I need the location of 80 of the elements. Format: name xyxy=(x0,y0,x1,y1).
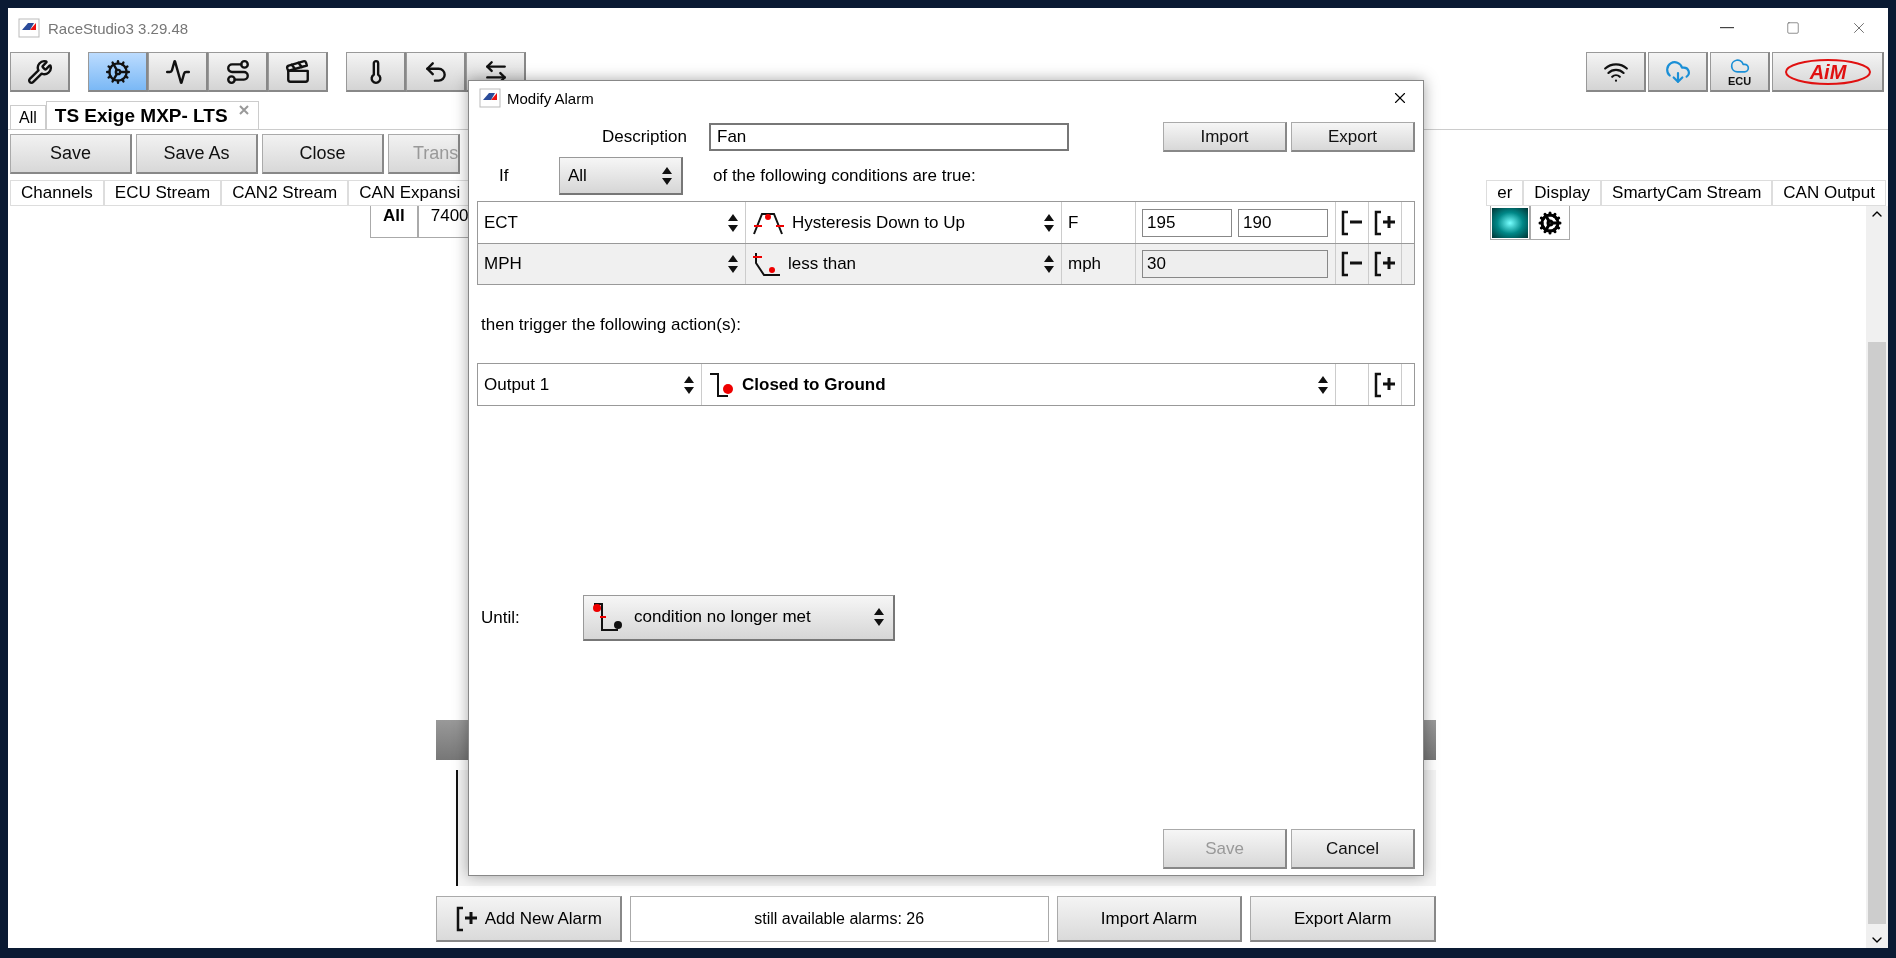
logo: AiM xyxy=(1782,56,1873,87)
toolbar-button[interactable] xyxy=(10,52,70,92)
scrollbar[interactable] xyxy=(1866,206,1888,948)
operator-select[interactable]: less than xyxy=(746,244,1062,284)
channel-tab[interactable]: er xyxy=(1486,180,1524,206)
description-label: Description xyxy=(600,127,687,147)
add-row-icon xyxy=(1373,251,1397,277)
toolbar-button[interactable] xyxy=(406,52,466,92)
add-row-icon xyxy=(1373,371,1397,398)
remove-row-icon xyxy=(1340,251,1364,277)
maximize-icon xyxy=(1786,21,1800,35)
spinner-arrows-icon xyxy=(727,254,739,274)
cloud-download-icon xyxy=(1664,58,1691,85)
until-select[interactable]: condition no longer met xyxy=(583,594,895,641)
action-button[interactable]: Save xyxy=(10,134,132,174)
document-tab[interactable]: TS Exige MXP- LTS xyxy=(45,101,259,129)
ecu-cloud-button[interactable]: ECU xyxy=(1710,52,1770,92)
wrench-icon xyxy=(26,58,53,85)
clapperboard-icon xyxy=(284,58,311,85)
wifi-button[interactable] xyxy=(1586,52,1646,92)
scrollbar-thumb[interactable] xyxy=(1868,342,1886,924)
gear-icon xyxy=(104,58,131,85)
channel-tab[interactable]: Display xyxy=(1523,180,1602,206)
action-button[interactable]: Close xyxy=(262,134,384,174)
falling-edge-icon xyxy=(752,251,782,277)
switch-closed-icon xyxy=(708,370,736,399)
import-alarm-button[interactable]: Import Alarm xyxy=(1056,896,1243,942)
minimize-icon xyxy=(1720,27,1734,29)
channel-tab[interactable]: CAN Output xyxy=(1772,180,1886,206)
pulse-chart-icon xyxy=(164,58,191,85)
document-tab[interactable]: All xyxy=(10,105,46,129)
add-alarm-button[interactable]: Add New Alarm xyxy=(436,896,622,942)
spinner-arrows-icon xyxy=(1043,212,1055,233)
action-mode-select[interactable]: Closed to Ground xyxy=(702,364,1336,405)
unit-label: mph xyxy=(1062,244,1136,284)
spinner-arrows-icon xyxy=(1317,374,1329,395)
spinner-arrows-icon xyxy=(727,212,739,233)
toolbar-button[interactable] xyxy=(346,52,406,92)
toolbar-button[interactable] xyxy=(148,52,208,92)
value-field[interactable]: 190 xyxy=(1238,208,1328,237)
channel-tab[interactable]: SmartyCam Stream xyxy=(1601,180,1773,206)
value-field[interactable]: 195 xyxy=(1142,208,1232,237)
channel-select[interactable]: MPH xyxy=(478,244,746,284)
dialog-title: Modify Alarm xyxy=(507,89,595,107)
condition-mode-select[interactable]: All xyxy=(559,157,683,195)
until-label: Until: xyxy=(480,607,521,628)
description-field[interactable]: Fan xyxy=(709,123,1069,151)
app-icon xyxy=(479,88,501,108)
output-select[interactable]: Output 1 xyxy=(478,364,702,405)
route-icon xyxy=(224,58,251,85)
table-header-cell: All xyxy=(370,206,418,238)
add-row-icon xyxy=(454,905,479,932)
import-button[interactable]: Import xyxy=(1163,122,1287,152)
toolbar-button[interactable] xyxy=(208,52,268,92)
channel-tab[interactable]: ECU Stream xyxy=(103,180,222,206)
export-button[interactable]: Export xyxy=(1291,122,1415,152)
spinner-arrows-icon xyxy=(873,607,885,627)
dialog-button[interactable]: Cancel xyxy=(1291,829,1415,869)
toolbar-button[interactable] xyxy=(268,52,328,92)
condition-text: of the following conditions are true: xyxy=(713,166,976,186)
channel-tab[interactable]: Channels xyxy=(10,180,104,206)
spinner-arrows-icon xyxy=(661,165,673,186)
gear-icon xyxy=(1537,210,1562,235)
toolbar-button[interactable] xyxy=(88,52,148,92)
action-text: then trigger the following action(s): xyxy=(481,315,742,335)
close-tab-icon xyxy=(237,104,250,116)
spinner-arrows-icon xyxy=(683,374,695,395)
channel-tab[interactable]: CAN2 Stream xyxy=(221,180,349,206)
action-button[interactable]: Save As xyxy=(136,134,258,174)
spinner-arrows-icon xyxy=(1043,254,1055,274)
app-icon xyxy=(18,18,40,38)
cloud-icon xyxy=(1729,56,1750,76)
value-field[interactable]: 30 xyxy=(1142,250,1328,278)
add-row-icon xyxy=(1373,209,1397,236)
alarm-counter: still available alarms: 26 xyxy=(629,896,1049,942)
export-alarm-button[interactable]: Export Alarm xyxy=(1250,896,1436,942)
if-label: If xyxy=(498,166,510,186)
window-title: RaceStudio3 3.29.48 xyxy=(48,19,190,37)
remove-row-icon xyxy=(1340,209,1364,236)
logo-button[interactable]: AiM xyxy=(1772,52,1884,92)
